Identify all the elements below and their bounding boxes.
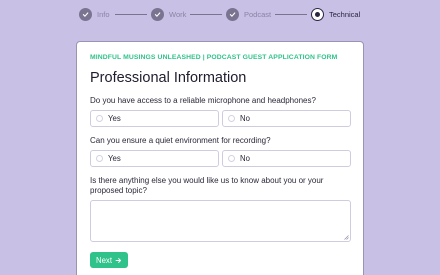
step-label: Podcast — [244, 9, 272, 19]
option-label: Yes — [108, 114, 121, 123]
radio-icon[interactable] — [96, 155, 103, 162]
option-label: No — [240, 154, 250, 163]
radio-icon[interactable] — [228, 155, 235, 162]
step-label: Technical — [329, 9, 361, 19]
anything-else-textarea[interactable] — [90, 200, 351, 242]
step-label: Info — [97, 9, 110, 19]
option-quiet-no[interactable]: No — [222, 150, 351, 167]
resize-grip-icon[interactable] — [344, 235, 349, 240]
step-connector — [115, 14, 147, 15]
step-technical[interactable]: Technical — [311, 7, 360, 21]
question-microphone: Do you have access to a reliable microph… — [90, 96, 316, 105]
form-card: MINDFUL MUSINGS UNLEASHED | PODCAST GUES… — [76, 41, 364, 275]
form-brand: MINDFUL MUSINGS UNLEASHED | PODCAST GUES… — [90, 54, 338, 61]
option-quiet-yes[interactable]: Yes — [90, 150, 219, 167]
current-step-icon — [311, 7, 324, 21]
question-quiet-environment: Can you ensure a quiet environment for r… — [90, 136, 271, 145]
next-button-label: Next — [95, 255, 113, 265]
progress-stepper: Info Work Podcast Technical — [0, 0, 440, 30]
step-label: Work — [169, 9, 187, 19]
page-title: Professional Information — [90, 70, 247, 86]
option-label: No — [240, 114, 250, 123]
step-podcast[interactable]: Podcast — [226, 7, 271, 21]
arrow-right-icon — [115, 257, 122, 263]
step-connector — [190, 14, 222, 15]
option-microphone-yes[interactable]: Yes — [90, 110, 219, 127]
check-icon — [79, 7, 92, 21]
option-label: Yes — [108, 154, 121, 163]
step-connector — [275, 14, 307, 15]
step-info[interactable]: Info — [79, 7, 110, 21]
step-work[interactable]: Work — [151, 7, 186, 21]
question-anything-else: Is there anything else you would like us… — [90, 176, 324, 195]
option-microphone-no[interactable]: No — [222, 110, 351, 127]
check-icon — [226, 7, 239, 21]
check-icon — [151, 7, 164, 21]
next-button[interactable]: Next — [90, 252, 128, 268]
radio-icon[interactable] — [96, 115, 103, 122]
radio-icon[interactable] — [228, 115, 235, 122]
